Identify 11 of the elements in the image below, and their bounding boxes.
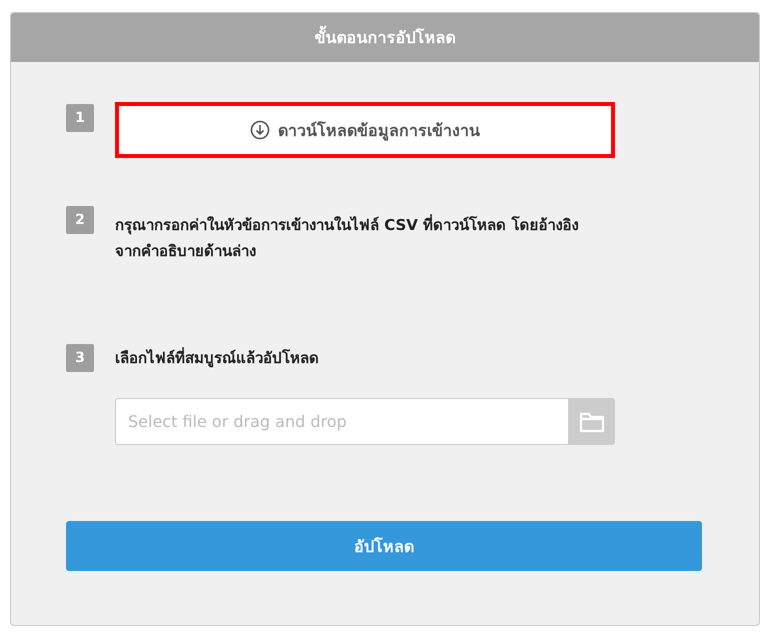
file-input-field[interactable]: Select file or drag and drop [115,398,568,445]
panel-title: ขั้นตอนการอัปโหลด [11,13,759,62]
download-button[interactable]: ดาวน์โหลดข้อมูลการเข้างาน [115,102,615,158]
step-number: 1 [66,104,94,132]
browse-button[interactable] [568,398,615,445]
step-number: 3 [66,344,94,372]
folder-icon [578,410,604,432]
download-icon [250,120,270,140]
step-instruction: เลือกไฟล์ที่สมบูรณ์แล้วอัปโหลด [115,346,320,370]
step-number: 2 [66,206,94,234]
step-instruction: กรุณากรอกค่าในหัวข้อการเข้างานในไฟล์ CSV ที่ดาวน์โหลด โดยอ้างอิงจากคำอธิบายด้านล่าง [115,213,580,262]
